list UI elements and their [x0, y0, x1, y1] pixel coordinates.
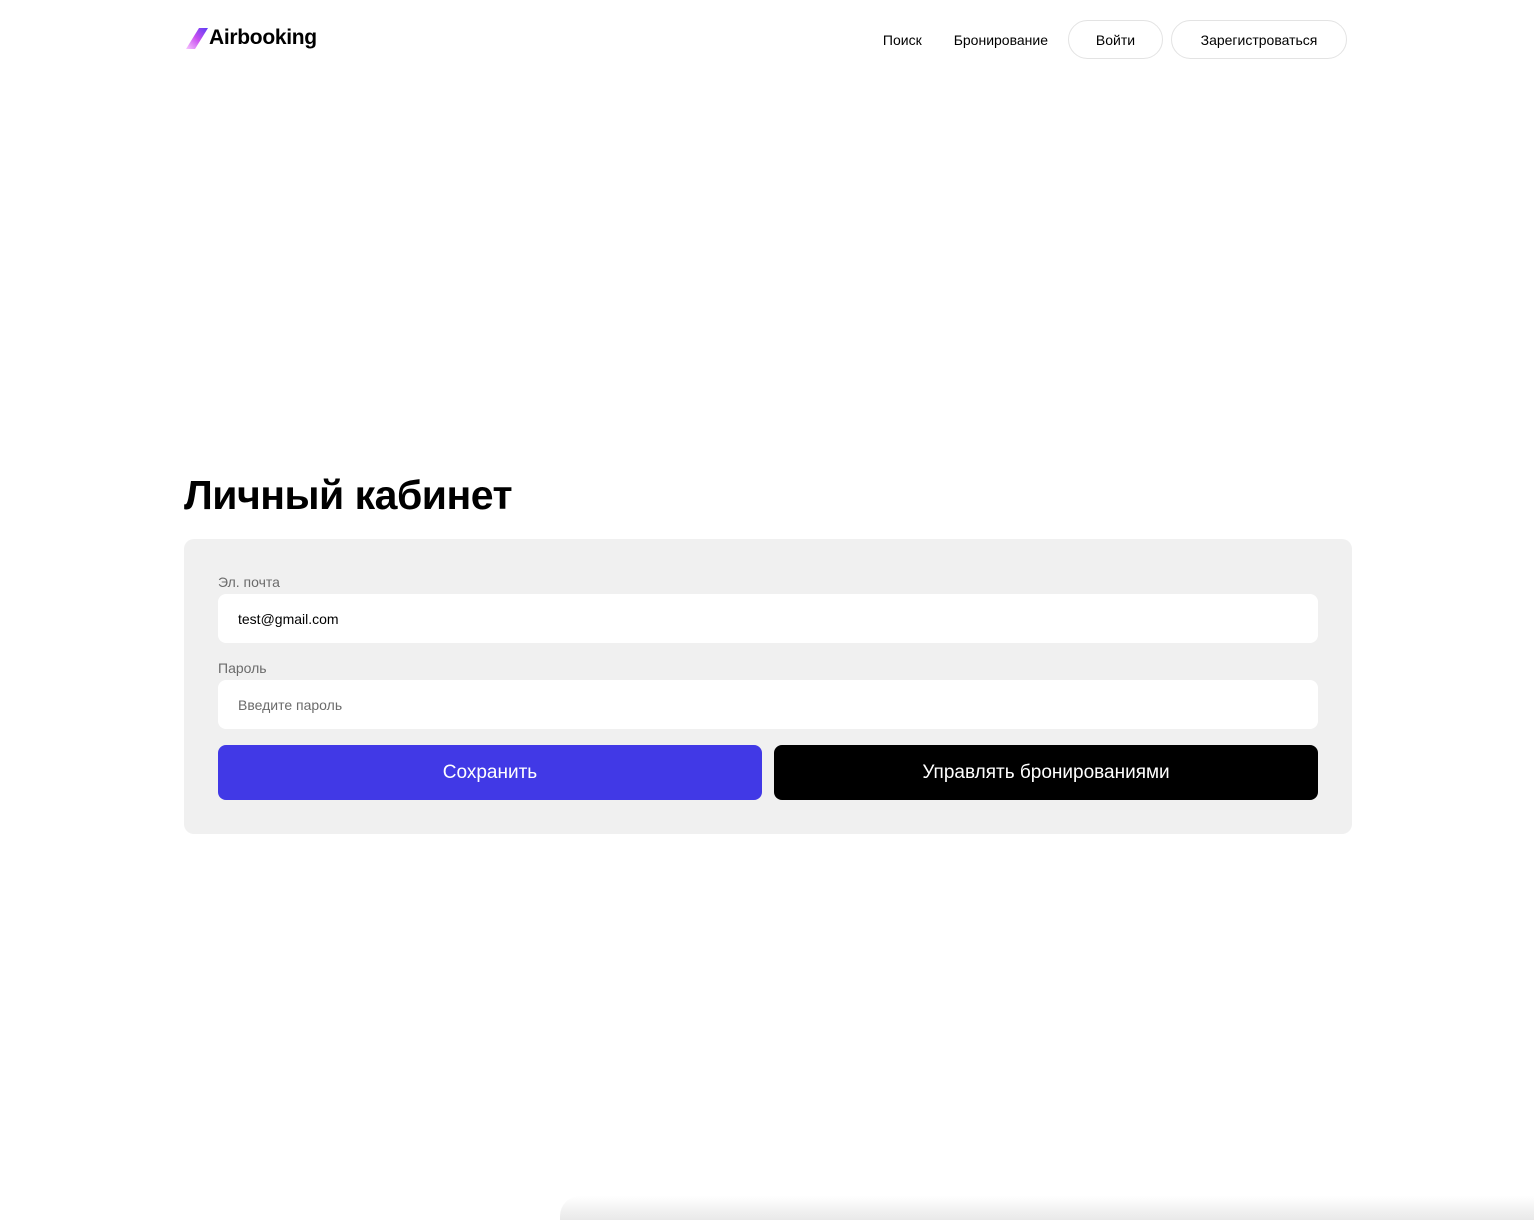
email-label: Эл. почта: [218, 574, 280, 590]
nav-link-search[interactable]: Поиск: [883, 32, 922, 48]
register-button[interactable]: Зарегистроваться: [1171, 20, 1347, 59]
profile-form-card: Эл. почта Пароль Сохранить Управлять бро…: [184, 539, 1352, 834]
top-nav: Поиск Бронирование Войти Зарегистроватьс…: [883, 20, 1347, 59]
slanted-bar-icon: [186, 28, 208, 49]
header: Airbooking Поиск Бронирование Войти Заре…: [0, 0, 1534, 80]
page-title: Личный кабинет: [184, 472, 513, 518]
login-button[interactable]: Войти: [1068, 20, 1163, 59]
manage-bookings-button[interactable]: Управлять бронированиями: [774, 745, 1318, 800]
save-button[interactable]: Сохранить: [218, 745, 762, 800]
bottom-edge-shadow: [560, 1196, 1534, 1220]
brand-name: Airbooking: [209, 26, 317, 49]
password-label: Пароль: [218, 660, 267, 676]
password-field[interactable]: [218, 680, 1318, 729]
brand-logo[interactable]: Airbooking: [186, 25, 317, 51]
email-field[interactable]: [218, 594, 1318, 643]
nav-link-booking[interactable]: Бронирование: [954, 32, 1048, 48]
